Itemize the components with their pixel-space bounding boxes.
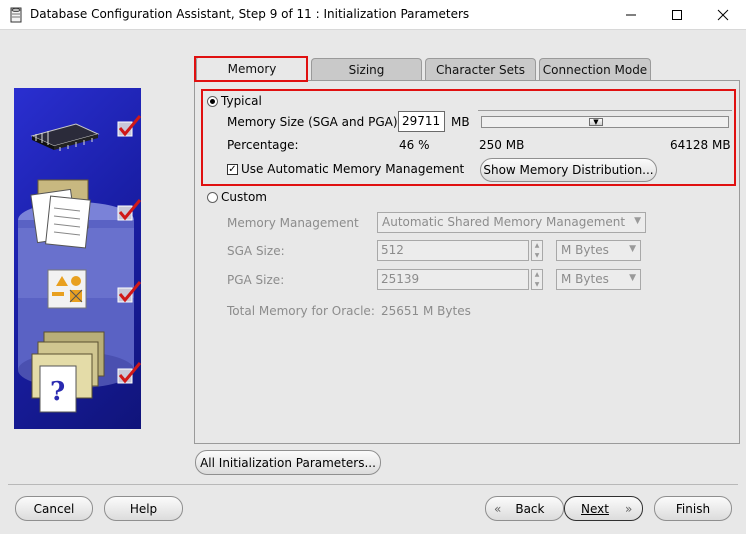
tab-memory[interactable]: Memory — [196, 56, 308, 81]
step-check-icon — [117, 115, 142, 137]
pga-unit-select[interactable]: M Bytes ▼ — [556, 269, 641, 290]
sga-size-input[interactable]: 512 — [377, 240, 529, 261]
chevron-right-icon: » — [624, 501, 633, 516]
memory-size-input[interactable]: 29711 — [398, 111, 445, 132]
documents-icon — [30, 179, 91, 249]
chip-icon — [30, 123, 100, 151]
show-memory-distribution-button[interactable]: Show Memory Distribution... — [480, 158, 657, 182]
auto-memory-management-label: Use Automatic Memory Management — [241, 162, 465, 176]
pga-unit-value: M Bytes — [561, 272, 609, 286]
total-memory-value: 25651 M Bytes — [381, 304, 471, 318]
maximize-button[interactable] — [654, 0, 700, 30]
spin-up-icon: ▲ — [534, 271, 540, 278]
back-label: Back — [515, 501, 545, 516]
chevron-down-icon: ▼ — [634, 216, 641, 226]
slider-max-label: 64128 MB — [670, 138, 731, 152]
cancel-button[interactable]: Cancel — [15, 496, 93, 521]
minimize-button[interactable] — [608, 0, 654, 30]
minimize-icon — [626, 14, 636, 16]
finish-button[interactable]: Finish — [654, 496, 732, 521]
help-folders-icon: ? — [31, 331, 105, 413]
sga-unit-select[interactable]: M Bytes ▼ — [556, 240, 641, 261]
tab-connection-mode-label: Connection Mode — [542, 62, 648, 77]
typical-radio[interactable] — [207, 96, 218, 107]
back-button[interactable]: « Back — [485, 496, 564, 521]
memory-size-label: Memory Size (SGA and PGA): — [227, 115, 402, 129]
next-label: Next — [581, 501, 609, 516]
spin-up-icon: ▲ — [534, 242, 540, 249]
sga-size-spinner[interactable]: ▲ ▼ — [531, 240, 543, 261]
pga-size-spinner[interactable]: ▲ ▼ — [531, 269, 543, 290]
wizard-steps-panel: ? — [14, 88, 142, 429]
custom-radio[interactable] — [207, 192, 218, 203]
tab-sizing-label: Sizing — [348, 62, 385, 77]
total-memory-label: Total Memory for Oracle: — [227, 304, 375, 318]
memory-management-label: Memory Management — [227, 216, 359, 230]
next-button[interactable]: Next » — [564, 496, 643, 521]
memory-slider-thumb[interactable]: ▼ — [589, 118, 603, 126]
tab-sizing[interactable]: Sizing — [311, 58, 422, 80]
tab-character-sets[interactable]: Character Sets — [425, 58, 536, 80]
wizard-steps-illustration: ? — [18, 115, 142, 413]
pga-size-label: PGA Size: — [227, 273, 285, 287]
memory-slider[interactable]: ▼ — [481, 116, 729, 128]
chevron-left-icon: « — [494, 501, 502, 516]
sga-unit-value: M Bytes — [561, 243, 609, 257]
close-icon — [717, 9, 729, 21]
auto-memory-management-checkbox[interactable]: ✓ — [227, 164, 238, 175]
tab-memory-label: Memory — [227, 62, 277, 76]
tab-connection-mode[interactable]: Connection Mode — [539, 58, 651, 80]
sga-size-label: SGA Size: — [227, 244, 285, 258]
chevron-down-icon: ▼ — [629, 273, 636, 283]
typical-label: Typical — [221, 94, 262, 108]
memory-tab-panel — [194, 80, 740, 444]
close-button[interactable] — [700, 0, 746, 30]
memory-management-value: Automatic Shared Memory Management — [382, 215, 626, 229]
footer-divider — [8, 484, 738, 485]
memory-management-select[interactable]: Automatic Shared Memory Management ▼ — [377, 212, 646, 233]
help-button[interactable]: Help — [104, 496, 183, 521]
custom-label: Custom — [221, 190, 267, 204]
title-bar: Database Configuration Assistant, Step 9… — [0, 0, 746, 30]
all-initialization-parameters-button[interactable]: All Initialization Parameters... — [195, 450, 381, 475]
tab-character-sets-label: Character Sets — [435, 62, 525, 77]
percentage-label: Percentage: — [227, 138, 299, 152]
slider-min-label: 250 MB — [479, 138, 525, 152]
pga-size-input[interactable]: 25139 — [377, 269, 529, 290]
spin-down-icon: ▼ — [534, 252, 540, 259]
window-title: Database Configuration Assistant, Step 9… — [30, 7, 470, 21]
svg-text:?: ? — [50, 377, 65, 407]
database-app-icon — [8, 7, 24, 26]
percentage-value: 46 % — [399, 138, 430, 152]
maximize-icon — [672, 10, 682, 20]
spin-down-icon: ▼ — [534, 281, 540, 288]
step-check-icon — [117, 199, 142, 221]
shapes-icon — [47, 269, 87, 309]
chevron-down-icon: ▼ — [629, 244, 636, 254]
memory-size-unit: MB — [451, 115, 470, 129]
